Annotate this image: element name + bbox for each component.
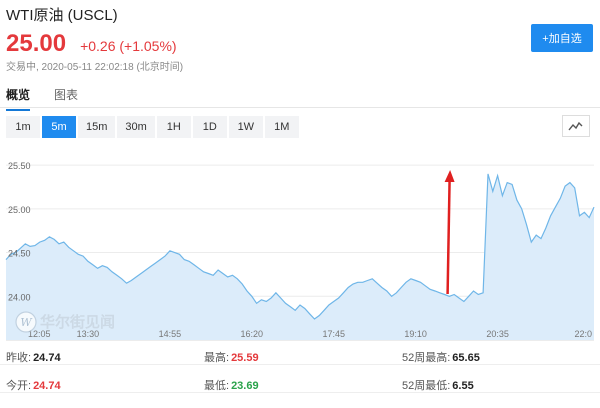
- stats-row: 昨收: 24.74 最高: 25.59 52周最高: 65.65: [0, 344, 600, 365]
- y-tick-label: 25.00: [8, 205, 31, 215]
- range-5m-button[interactable]: 5m: [42, 116, 76, 138]
- trading-status: 交易中, 2020-05-11 22:02:18 (北京时间): [6, 62, 184, 73]
- stat-52w-low: 52周最低: 6.55: [402, 380, 474, 392]
- quote-header: WTI原油 (USCL) 25.00 +0.26 (+1.05%) 交易中, 2…: [0, 0, 600, 80]
- current-price: 25.00: [6, 30, 67, 57]
- stat-high: 最高: 25.59: [204, 352, 259, 364]
- instrument-title: WTI原油 (USCL): [6, 7, 118, 24]
- range-1mo-button[interactable]: 1M: [264, 116, 299, 138]
- stat-prev-close: 昨收: 24.74: [6, 352, 61, 364]
- range-30m-button[interactable]: 30m: [117, 116, 155, 138]
- x-tick-label: 17:45: [322, 329, 345, 339]
- stat-52w-high: 52周最高: 65.65: [402, 352, 480, 364]
- tab-overview[interactable]: 概览: [6, 86, 31, 111]
- watermark-text: 华尔街见闻: [40, 313, 115, 331]
- price-change: +0.26 (+1.05%): [80, 38, 177, 54]
- y-tick-label: 24.50: [8, 249, 31, 259]
- range-15m-button[interactable]: 15m: [78, 116, 116, 138]
- x-tick-label: 20:35: [486, 329, 509, 339]
- stats-table: 昨收: 24.74 最高: 25.59 52周最高: 65.65 今开: 24.74 最…: [0, 344, 600, 408]
- tab-chart[interactable]: 图表: [54, 86, 78, 107]
- x-tick-label: 22:0: [574, 329, 592, 339]
- stat-low: 最低: 23.69: [204, 380, 259, 392]
- range-toolbar: 1m 5m 15m 30m 1H 1D 1W 1M: [6, 116, 301, 138]
- arrow-shaft: [446, 179, 451, 295]
- arrow-head-icon: [444, 170, 455, 182]
- chart-type-toggle-button[interactable]: [562, 115, 590, 137]
- watermark-letter: W: [20, 316, 33, 329]
- x-tick-label: 14:55: [159, 329, 182, 339]
- price-jump-arrow: [444, 170, 455, 295]
- price-chart[interactable]: 25.5025.0024.5024.00 12:05 13:30 14:55 16:2…: [0, 144, 600, 342]
- stats-row: 今开: 24.74 最低: 23.69 52周最低: 6.55: [0, 372, 600, 393]
- x-tick-label: 19:10: [404, 329, 427, 339]
- y-tick-label: 25.50: [8, 161, 31, 171]
- x-tick-label: 16:20: [241, 329, 264, 339]
- stat-open: 今开: 24.74: [6, 380, 61, 392]
- range-1w-button[interactable]: 1W: [228, 116, 263, 138]
- view-tabs: 概览 图表: [0, 80, 600, 111]
- watermark: W 华尔街见闻: [15, 311, 115, 333]
- price-row: 25.00 +0.26 (+1.05%): [6, 30, 177, 58]
- add-to-watchlist-button[interactable]: +加自选: [531, 24, 593, 52]
- range-1m-button[interactable]: 1m: [6, 116, 40, 138]
- line-chart-icon: [568, 121, 583, 131]
- range-1h-button[interactable]: 1H: [156, 116, 191, 138]
- range-1d-button[interactable]: 1D: [192, 116, 227, 138]
- y-tick-label: 24.00: [8, 292, 31, 302]
